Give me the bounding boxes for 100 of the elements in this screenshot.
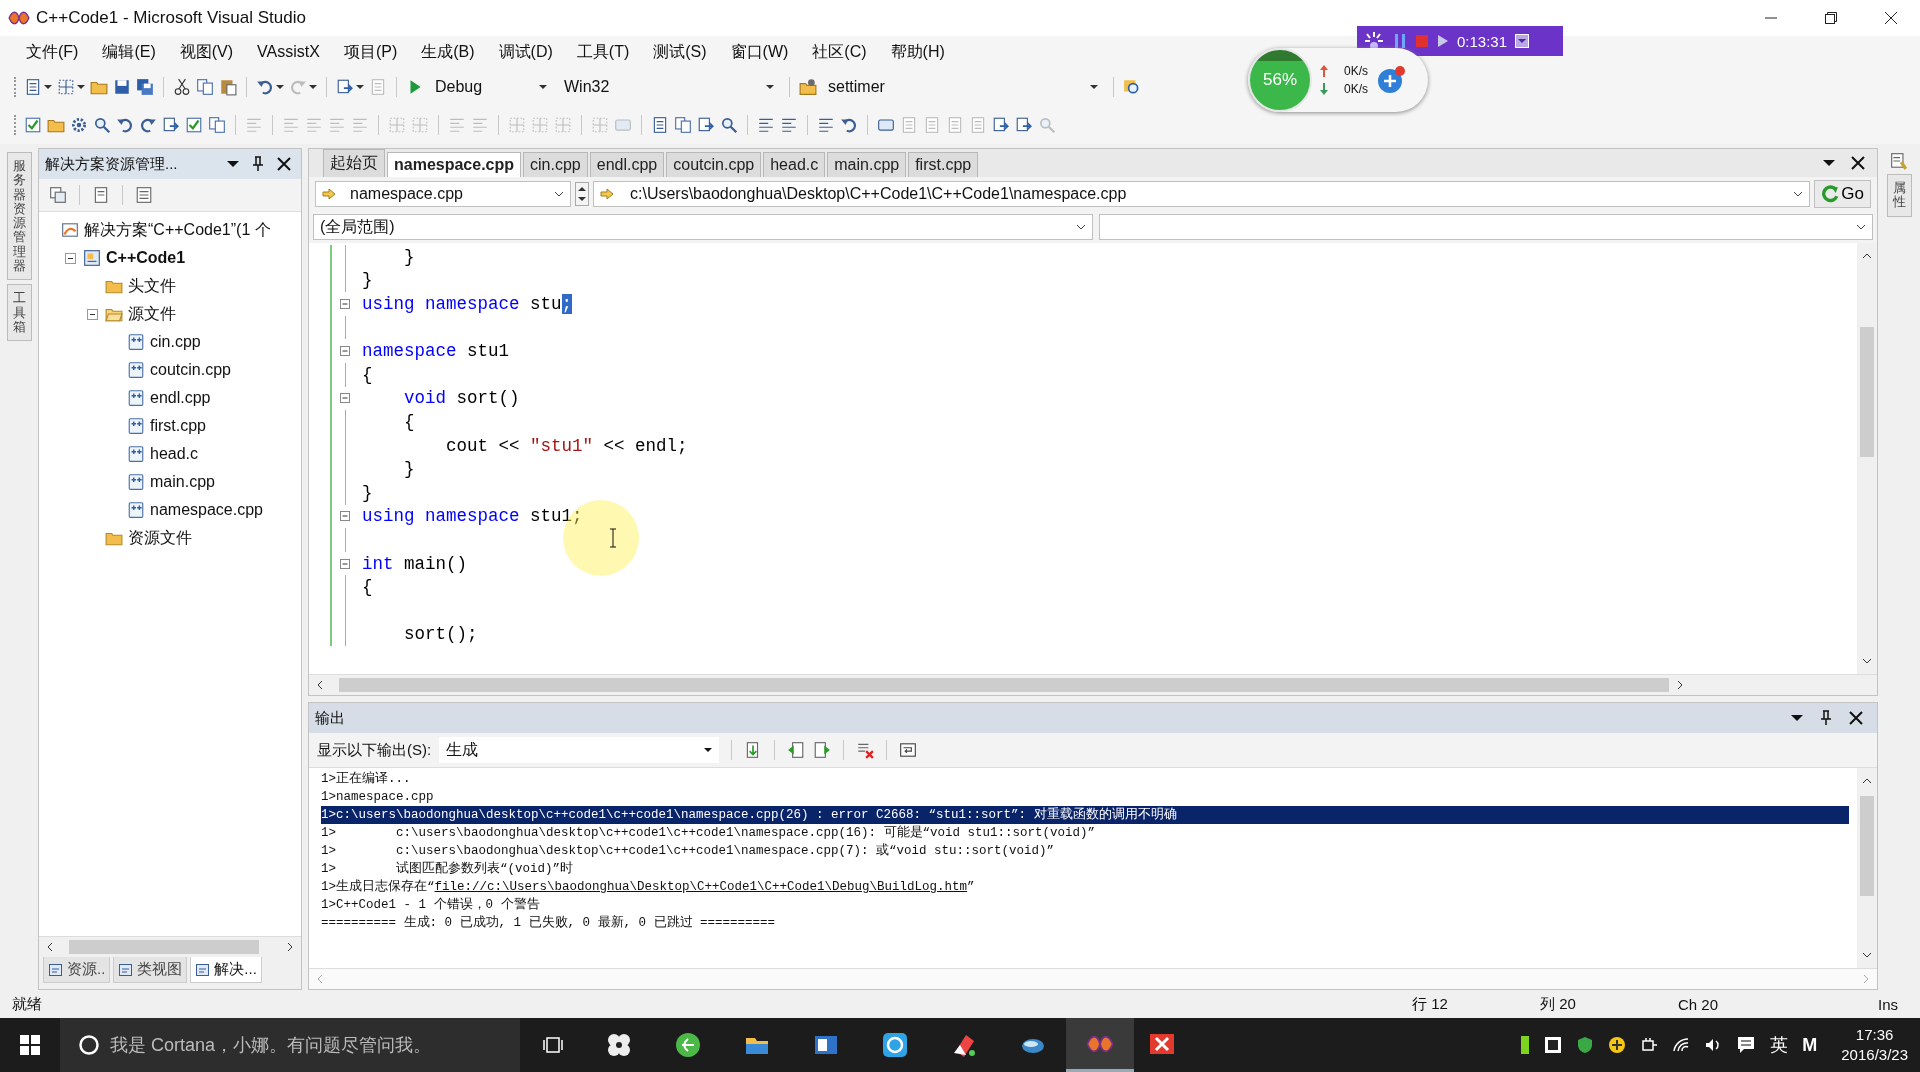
caret-icon[interactable]: [539, 83, 547, 91]
align-icon[interactable]: [757, 116, 775, 134]
menu-item[interactable]: 编辑(E): [92, 39, 166, 65]
properties-icon[interactable]: [1890, 152, 1908, 170]
next-icon[interactable]: [813, 741, 832, 759]
platform-dropdown[interactable]: Win32: [558, 74, 780, 100]
windows-logo-icon[interactable]: [20, 1035, 40, 1055]
menu-item[interactable]: 项目(P): [333, 39, 408, 65]
collapse-toggle-icon[interactable]: [65, 252, 76, 264]
tree-item[interactable]: namespace.cpp: [150, 501, 263, 519]
tree-item[interactable]: 头文件: [128, 275, 176, 297]
collapse-toggle-icon[interactable]: [87, 308, 98, 320]
dropdown-icon[interactable]: [1515, 34, 1530, 48]
menu-item[interactable]: 社区(C): [802, 39, 877, 65]
close-icon[interactable]: [1884, 11, 1898, 25]
cortana-circle-icon[interactable]: [78, 1034, 100, 1056]
caret-icon[interactable]: [1090, 83, 1098, 91]
panel-tab[interactable]: 解决...: [190, 957, 262, 983]
task-view-icon[interactable]: [542, 1034, 564, 1056]
chevron-down-icon[interactable]: [1076, 222, 1086, 232]
tree-item[interactable]: main.cpp: [150, 473, 215, 491]
battery-icon[interactable]: [1520, 1035, 1531, 1055]
caret-icon[interactable]: [766, 83, 774, 91]
list-icon[interactable]: [135, 186, 153, 204]
editor-tab[interactable]: first.cpp: [908, 152, 979, 177]
arrow-icon[interactable]: [697, 116, 715, 134]
side-tab[interactable]: 服务器资源管理器: [6, 152, 32, 281]
editor-tab[interactable]: main.cpp: [827, 152, 907, 177]
document-icon[interactable]: [651, 116, 669, 134]
square-badge-icon[interactable]: [1544, 1036, 1563, 1054]
output-link[interactable]: file://c:\Users\baodonghua\Desktop\C++Code1\C++Code1\Debug\BuildLog.htm: [434, 880, 968, 894]
scroll-left-icon[interactable]: [45, 942, 55, 952]
tree-item[interactable]: coutcin.cpp: [150, 361, 231, 379]
checklist-icon[interactable]: [185, 116, 203, 134]
caret-icon[interactable]: [77, 83, 85, 91]
scissors-icon[interactable]: [173, 78, 191, 96]
scroll-down-icon[interactable]: [1862, 656, 1872, 666]
tree-item[interactable]: 解决方案“C++Code1”(1 个: [84, 219, 271, 241]
panel-icon[interactable]: [118, 961, 135, 978]
editor-tab[interactable]: cin.cpp: [523, 152, 588, 177]
dropdown-icon[interactable]: [1823, 157, 1835, 169]
scrollbar-thumb[interactable]: [1860, 327, 1874, 457]
arrow-icon[interactable]: [322, 187, 336, 201]
arrow-icon[interactable]: [1015, 116, 1033, 134]
disks-icon[interactable]: [136, 78, 154, 96]
go-button[interactable]: Go: [1814, 180, 1871, 208]
close-icon[interactable]: [277, 157, 291, 171]
menu-item[interactable]: 文件(F): [16, 39, 89, 65]
cortana-search-field[interactable]: 我是 Cortana，小娜。有问题尽管问我。: [60, 1018, 520, 1072]
menu-item[interactable]: 工具(T): [566, 39, 640, 65]
editor-tab[interactable]: head.c: [763, 152, 826, 177]
clock-time[interactable]: 17:36: [1855, 1025, 1894, 1045]
scrollbar-thumb[interactable]: [339, 678, 1669, 692]
magnifier-icon[interactable]: [720, 116, 738, 134]
pinwheel-icon[interactable]: [605, 1031, 633, 1059]
startup-dropdown[interactable]: settimer: [822, 74, 1104, 100]
caret-icon[interactable]: [309, 83, 317, 91]
scroll-right-icon[interactable]: [285, 942, 295, 952]
shield-icon[interactable]: [1576, 1036, 1595, 1054]
magnifier-icon[interactable]: [1123, 78, 1141, 96]
output-source-dropdown[interactable]: 生成: [439, 737, 720, 763]
undo-icon[interactable]: [116, 116, 134, 134]
panel-icon[interactable]: [48, 961, 64, 978]
scrollbar-thumb[interactable]: [69, 940, 259, 954]
chat-bubble-icon[interactable]: [881, 1031, 909, 1059]
editor-tab[interactable]: coutcin.cpp: [666, 152, 762, 177]
caret-icon[interactable]: [356, 83, 364, 91]
pin-icon[interactable]: [1819, 710, 1833, 726]
message-icon[interactable]: [1736, 1035, 1757, 1055]
pause-icon[interactable]: [1393, 33, 1407, 49]
chevron-down-icon[interactable]: [1856, 222, 1866, 232]
play-icon[interactable]: [1437, 34, 1449, 48]
clock-date[interactable]: 2016/3/23: [1841, 1045, 1908, 1065]
align-icon[interactable]: [817, 116, 835, 134]
panel-tab[interactable]: 类视图: [113, 957, 188, 983]
clear-icon[interactable]: [856, 741, 875, 759]
scope-dropdown[interactable]: (全局范围): [313, 214, 1093, 240]
arrow-icon[interactable]: [162, 116, 180, 134]
caret-icon[interactable]: [44, 83, 52, 91]
fold-toggle-icon[interactable]: [340, 299, 350, 309]
tree-item[interactable]: 资源文件: [128, 527, 192, 549]
scroll-left-icon[interactable]: [315, 680, 325, 690]
chevron-down-icon[interactable]: [554, 189, 564, 199]
fold-toggle-icon[interactable]: [340, 393, 350, 404]
fold-toggle-icon[interactable]: [340, 346, 350, 357]
editor-tab[interactable]: endl.cpp: [589, 152, 665, 177]
ime-mode[interactable]: M: [1802, 1034, 1818, 1056]
panel-icon[interactable]: [195, 961, 212, 978]
side-tab[interactable]: 工具箱: [6, 284, 32, 342]
undo-icon[interactable]: [840, 116, 858, 134]
panel-tab[interactable]: 资源..: [43, 957, 111, 983]
menu-item[interactable]: 视图(V): [169, 39, 244, 65]
configuration-dropdown[interactable]: Debug: [429, 74, 553, 100]
menu-item[interactable]: 调试(D): [488, 39, 563, 65]
undo-icon[interactable]: [256, 78, 274, 96]
dropdown-icon[interactable]: [227, 158, 239, 170]
grid-icon[interactable]: [57, 78, 75, 96]
refresh-arrow-icon[interactable]: [1821, 185, 1840, 203]
redo-icon[interactable]: [139, 116, 157, 134]
editor-tab[interactable]: 起始页: [323, 149, 385, 177]
